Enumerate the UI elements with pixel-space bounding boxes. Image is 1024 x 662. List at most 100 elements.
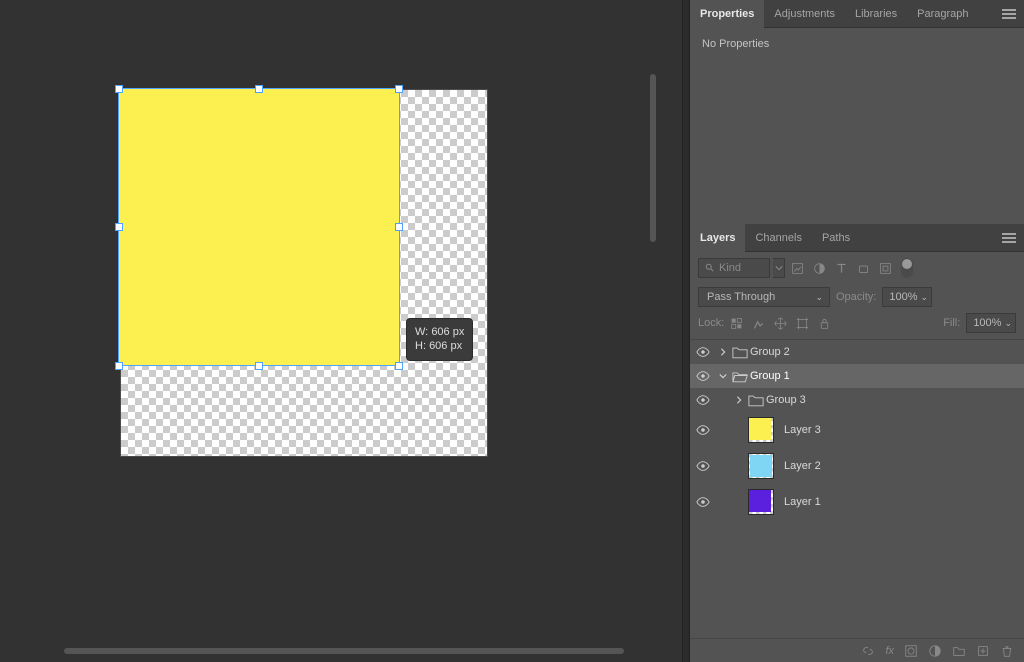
blend-mode-select[interactable]: Pass Through ⌄: [698, 287, 830, 307]
layer-filter-dropdown[interactable]: [773, 258, 785, 278]
selected-shape[interactable]: [118, 88, 400, 366]
folder-icon: [746, 394, 766, 407]
chevron-down-icon: ⌄: [815, 292, 823, 303]
fill-field[interactable]: 100% ⌄: [966, 313, 1016, 333]
eye-icon: [696, 495, 710, 509]
tab-layers[interactable]: Layers: [690, 224, 745, 252]
blend-mode-value: Pass Through: [707, 291, 775, 303]
visibility-toggle[interactable]: [690, 369, 716, 383]
new-adjustment-layer-icon[interactable]: [928, 644, 942, 658]
layer-name: Group 3: [766, 394, 806, 406]
canvas-horizontal-scrollbar[interactable]: [64, 648, 624, 654]
layers-footer: fx: [690, 638, 1024, 662]
visibility-toggle[interactable]: [690, 495, 716, 509]
transform-handle-e[interactable]: [395, 223, 403, 231]
chevron-right-icon: [735, 396, 743, 404]
lock-icons: [730, 317, 831, 330]
layers-panel-menu-icon[interactable]: [1000, 224, 1018, 252]
transform-handle-n[interactable]: [255, 85, 263, 93]
layer-group-3[interactable]: Group 3: [690, 388, 1024, 412]
filter-type-icon[interactable]: [835, 262, 848, 275]
chevron-down-icon: ⌄: [921, 292, 929, 303]
visibility-toggle[interactable]: [690, 459, 716, 473]
filter-pixel-icon[interactable]: [791, 262, 804, 275]
layer-group-2[interactable]: Group 2: [690, 340, 1024, 364]
tab-paths[interactable]: Paths: [812, 224, 860, 252]
tooltip-h-label: H:: [415, 340, 426, 352]
eye-icon: [696, 393, 710, 407]
visibility-toggle[interactable]: [690, 423, 716, 437]
layer-name: Group 2: [750, 346, 790, 358]
layer-filter-row: Kind: [690, 252, 1024, 284]
layer-name: Layer 3: [784, 424, 821, 436]
lock-fill-row: Lock: Fill: 100% ⌄: [690, 310, 1024, 340]
chevron-down-icon: [719, 372, 727, 380]
transform-handle-sw[interactable]: [115, 362, 123, 370]
dimensions-tooltip: W: 606 px H: 606 px: [406, 318, 473, 361]
tab-adjustments[interactable]: Adjustments: [764, 0, 845, 28]
filter-smartobject-icon[interactable]: [879, 262, 892, 275]
delete-layer-icon[interactable]: [1000, 644, 1014, 658]
transform-handle-nw[interactable]: [115, 85, 123, 93]
layer-group-1[interactable]: Group 1: [690, 364, 1024, 388]
layer-thumbnail: [748, 453, 774, 479]
layer-style-icon[interactable]: fx: [885, 645, 894, 657]
tab-paragraph[interactable]: Paragraph: [907, 0, 978, 28]
transform-handle-se[interactable]: [395, 362, 403, 370]
link-layers-icon[interactable]: [861, 644, 875, 658]
tab-libraries[interactable]: Libraries: [845, 0, 907, 28]
eye-icon: [696, 423, 710, 437]
fill-label: Fill:: [943, 317, 960, 329]
eye-icon: [696, 369, 710, 383]
properties-panel-menu-icon[interactable]: [1000, 0, 1018, 28]
no-properties-label: No Properties: [702, 38, 769, 50]
transform-handle-ne[interactable]: [395, 85, 403, 93]
opacity-field[interactable]: 100% ⌄: [882, 287, 932, 307]
layer-thumbnail: [748, 417, 774, 443]
disclosure-collapsed[interactable]: [732, 396, 746, 404]
eye-icon: [696, 459, 710, 473]
lock-artboard-icon[interactable]: [796, 317, 809, 330]
lock-position-icon[interactable]: [774, 317, 787, 330]
layers-tree: Group 2 Group 1 Group 3 Layer 3 Layer 2: [690, 340, 1024, 638]
layers-tabbar: Layers Channels Paths: [690, 224, 1024, 252]
canvas-vertical-scrollbar[interactable]: [650, 74, 656, 242]
layer-name: Layer 2: [784, 460, 821, 472]
disclosure-expanded[interactable]: [716, 372, 730, 380]
layer-filter-icons: [791, 258, 1016, 278]
opacity-label: Opacity:: [836, 291, 876, 303]
chevron-down-icon: [775, 264, 783, 272]
lock-all-icon[interactable]: [818, 317, 831, 330]
canvas-area[interactable]: W: 606 px H: 606 px: [0, 0, 682, 662]
tooltip-w-label: W:: [415, 326, 428, 338]
filter-toggle[interactable]: [901, 258, 913, 278]
filter-shape-icon[interactable]: [857, 262, 870, 275]
lock-transparency-icon[interactable]: [730, 317, 743, 330]
layer-2[interactable]: Layer 2: [690, 448, 1024, 484]
layer-1[interactable]: Layer 1: [690, 484, 1024, 520]
visibility-toggle[interactable]: [690, 345, 716, 359]
chevron-right-icon: [719, 348, 727, 356]
disclosure-collapsed[interactable]: [716, 348, 730, 356]
new-group-icon[interactable]: [952, 644, 966, 658]
tab-properties[interactable]: Properties: [690, 0, 764, 28]
lock-label: Lock:: [698, 317, 724, 329]
folder-icon: [730, 346, 750, 359]
transform-handle-w[interactable]: [115, 223, 123, 231]
layer-filter-kind[interactable]: Kind: [698, 258, 770, 278]
tab-channels[interactable]: Channels: [745, 224, 811, 252]
new-layer-icon[interactable]: [976, 644, 990, 658]
properties-tabbar: Properties Adjustments Libraries Paragra…: [690, 0, 1024, 28]
layer-name: Layer 1: [784, 496, 821, 508]
lock-image-icon[interactable]: [752, 317, 765, 330]
layer-mask-icon[interactable]: [904, 644, 918, 658]
visibility-toggle[interactable]: [690, 393, 716, 407]
tooltip-w-value: 606 px: [431, 326, 464, 338]
layer-3[interactable]: Layer 3: [690, 412, 1024, 448]
panel-gutter[interactable]: [682, 0, 690, 662]
transform-handle-s[interactable]: [255, 362, 263, 370]
properties-panel-body: No Properties: [690, 28, 1024, 224]
folder-open-icon: [730, 370, 750, 383]
filter-adjustment-icon[interactable]: [813, 262, 826, 275]
eye-icon: [696, 345, 710, 359]
